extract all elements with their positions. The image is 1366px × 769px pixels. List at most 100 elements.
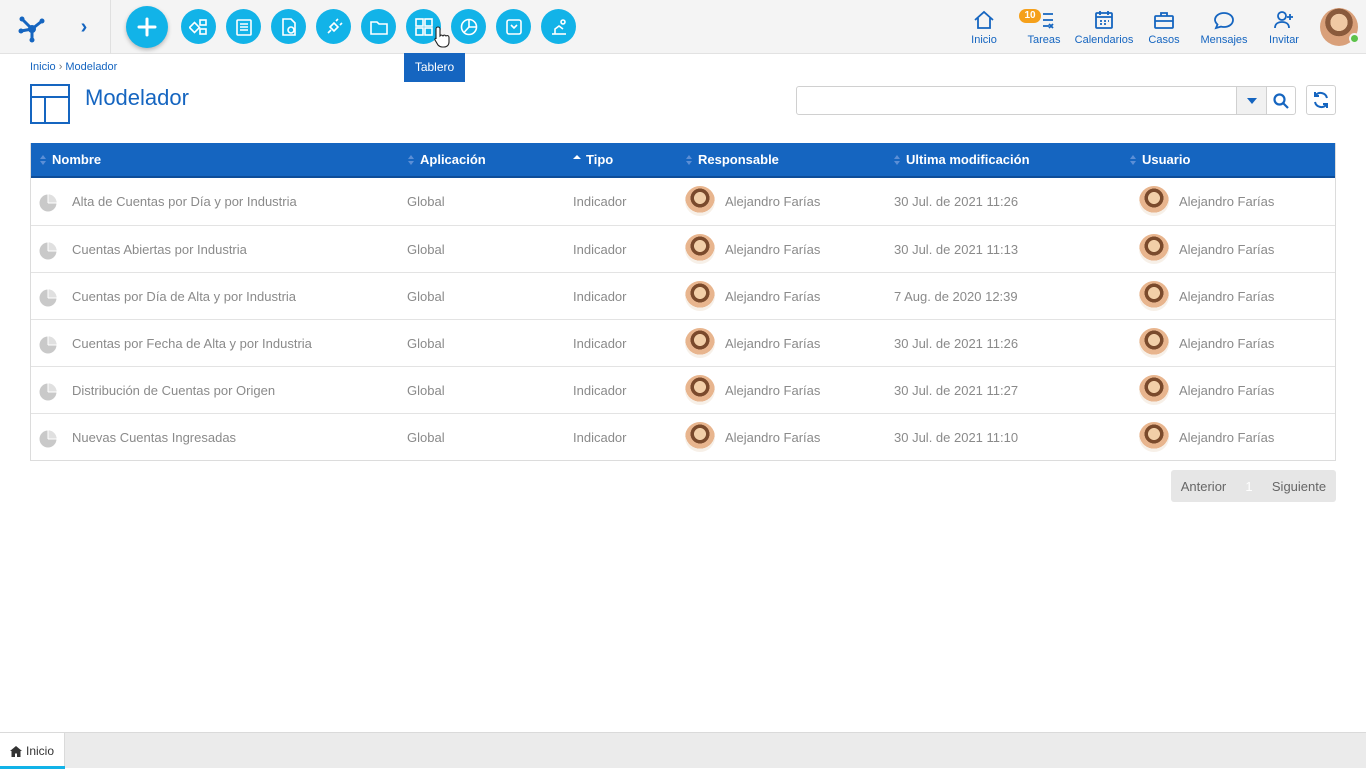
previous-page-button[interactable]: Anterior: [1171, 479, 1236, 494]
cell-ultima-modificacion: 7 Aug. de 2020 12:39: [894, 273, 1018, 319]
column-header-ultima-modificacion[interactable]: Ultima modificación: [893, 143, 1030, 176]
cell-tipo-text: Indicador: [573, 241, 627, 257]
refresh-button[interactable]: [1306, 85, 1336, 115]
table-header: Nombre Aplicación Tipo Responsable Ultim…: [31, 143, 1335, 178]
search-button[interactable]: [1266, 86, 1296, 115]
nav-messages-label: Mensajes: [1200, 34, 1248, 46]
table-row[interactable]: Cuentas por Fecha de Alta y por Industri…: [31, 319, 1335, 366]
refresh-icon: [1314, 91, 1328, 109]
nav-invite-label: Invitar: [1269, 34, 1299, 46]
app-logo-icon[interactable]: [14, 9, 50, 45]
cell-ultima-modificacion: 30 Jul. de 2021 11:26: [894, 178, 1018, 224]
avatar: [685, 234, 715, 264]
search-input[interactable]: [797, 87, 1236, 114]
sort-icon: [894, 154, 900, 165]
cell-nombre: Alta de Cuentas por Día y por Industria: [72, 178, 297, 224]
cell-responsable: Alejandro Farías: [685, 367, 820, 413]
column-header-usuario[interactable]: Usuario: [1129, 143, 1190, 176]
cell-aplicacion-text: Global: [407, 382, 445, 398]
cell-nombre-text: Alta de Cuentas por Día y por Industria: [72, 193, 297, 209]
cell-responsable-text: Alejandro Farías: [725, 429, 821, 445]
cell-nombre-text: Cuentas por Fecha de Alta y por Industri…: [72, 335, 312, 351]
cell-ultima-modificacion-text: 30 Jul. de 2021 11:26: [894, 335, 1019, 351]
cell-nombre: Cuentas por Día de Alta y por Industria: [72, 273, 296, 319]
next-page-button[interactable]: Siguiente: [1262, 479, 1336, 494]
hand-cursor-icon: [434, 26, 450, 48]
column-label: Tipo: [586, 152, 614, 167]
cell-aplicacion-text: Global: [407, 429, 445, 445]
cell-usuario: Alejandro Farías: [1139, 178, 1274, 224]
breadcrumb-separator: ›: [58, 61, 63, 73]
indicator-pie-icon: [39, 430, 57, 448]
cell-tipo: Indicador: [573, 320, 626, 366]
avatar: [1139, 328, 1169, 358]
page-title: Modelador: [85, 85, 189, 110]
indicator-pie-icon: [39, 289, 57, 307]
sort-icon: [408, 154, 414, 165]
table-row[interactable]: Cuentas Abiertas por Industria Global Indi…: [31, 225, 1335, 272]
tab-inicio[interactable]: Inicio: [0, 733, 65, 769]
cell-nombre: Cuentas Abiertas por Industria: [72, 226, 247, 272]
cell-usuario-text: Alejandro Farías: [1179, 382, 1275, 398]
nav-invite[interactable]: Invitar: [1254, 10, 1314, 46]
search-icon: [1273, 92, 1289, 109]
column-header-nombre[interactable]: Nombre: [39, 143, 101, 176]
archive-button[interactable]: [496, 9, 531, 44]
cell-tipo: Indicador: [573, 178, 626, 224]
avatar: [685, 281, 715, 311]
expand-chevron-icon[interactable]: ›: [72, 13, 96, 41]
cell-usuario-text: Alejandro Farías: [1179, 335, 1275, 351]
column-header-tipo[interactable]: Tipo: [573, 143, 613, 176]
nav-messages[interactable]: Mensajes: [1194, 10, 1254, 46]
cell-aplicacion: Global: [407, 320, 445, 366]
nav-cases[interactable]: Casos: [1134, 10, 1194, 46]
cell-ultima-modificacion-text: 30 Jul. de 2021 11:10: [894, 429, 1019, 445]
modeler-table: Nombre Aplicación Tipo Responsable Ultim…: [30, 143, 1336, 461]
avatar: [1139, 186, 1169, 216]
cell-responsable-text: Alejandro Farías: [725, 193, 821, 209]
column-header-responsable[interactable]: Responsable: [685, 143, 779, 176]
sort-ascending-icon: [573, 154, 581, 159]
processes-button[interactable]: [181, 9, 216, 44]
table-row[interactable]: Cuentas por Día de Alta y por Industria G…: [31, 272, 1335, 319]
indicator-pie-icon: [39, 242, 57, 260]
sort-icon: [686, 154, 692, 165]
form-icon: [235, 18, 252, 36]
cell-usuario-text: Alejandro Farías: [1179, 288, 1275, 304]
cell-usuario: Alejandro Farías: [1139, 367, 1274, 413]
cell-usuario: Alejandro Farías: [1139, 273, 1274, 319]
folders-button[interactable]: [361, 9, 396, 44]
search-options-dropdown[interactable]: [1236, 86, 1267, 115]
indicators-button[interactable]: [451, 9, 486, 44]
folder-icon: [369, 20, 388, 35]
forms-button[interactable]: [226, 9, 261, 44]
cell-usuario-text: Alejandro Farías: [1179, 241, 1275, 257]
cell-tipo-text: Indicador: [573, 382, 627, 398]
documents-button[interactable]: [271, 9, 306, 44]
new-button[interactable]: [126, 6, 168, 48]
cell-responsable-text: Alejandro Farías: [725, 382, 821, 398]
toolbar-divider: [110, 0, 111, 54]
nav-home[interactable]: Inicio: [954, 10, 1014, 46]
home-icon: [974, 10, 994, 29]
table-row[interactable]: Nuevas Cuentas Ingresadas Global Indicador…: [31, 413, 1335, 460]
table-row[interactable]: Distribución de Cuentas por Origen Global…: [31, 366, 1335, 413]
cell-responsable-text: Alejandro Farías: [725, 288, 821, 304]
cell-responsable: Alejandro Farías: [685, 273, 820, 319]
column-header-aplicacion[interactable]: Aplicación: [407, 143, 486, 176]
breadcrumb-current[interactable]: Modelador: [65, 61, 117, 73]
integration-button[interactable]: [316, 9, 351, 44]
caret-down-icon: [1246, 97, 1257, 104]
table-row[interactable]: Alta de Cuentas por Día y por Industria G…: [31, 178, 1335, 225]
modeler-button[interactable]: [541, 9, 576, 44]
cell-usuario-text: Alejandro Farías: [1179, 429, 1275, 445]
current-page-number[interactable]: 1: [1236, 479, 1262, 494]
cell-ultima-modificacion-text: 7 Aug. de 2020 12:39: [894, 288, 1018, 304]
nav-calendars[interactable]: Calendarios: [1074, 10, 1134, 46]
breadcrumb-home[interactable]: Inicio: [30, 61, 56, 73]
chat-bubble-icon: [1214, 12, 1234, 30]
search-field[interactable]: [796, 86, 1237, 115]
cell-nombre-text: Nuevas Cuentas Ingresadas: [72, 429, 237, 445]
cell-aplicacion: Global: [407, 178, 445, 224]
process-icon: [188, 18, 207, 35]
